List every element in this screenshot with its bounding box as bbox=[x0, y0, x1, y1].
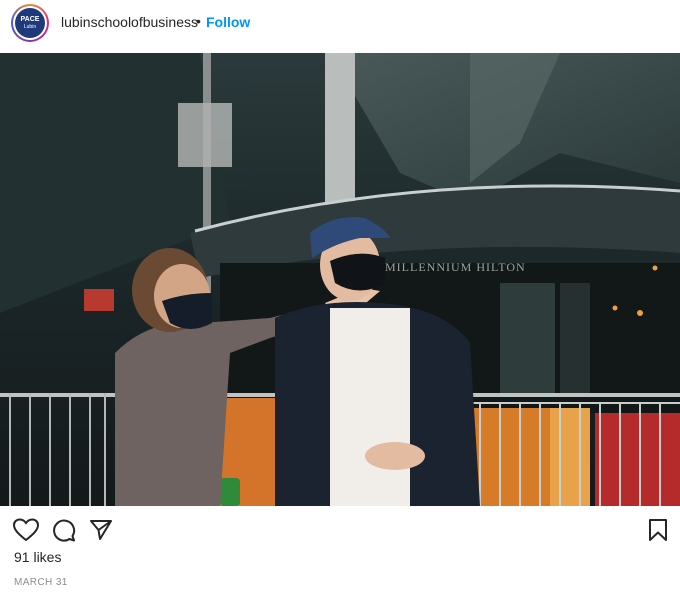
post-date[interactable]: MARCH 31 bbox=[14, 577, 68, 588]
hotel-sign-text: MILLENNIUM HILTON bbox=[385, 260, 526, 274]
comment-icon[interactable] bbox=[52, 518, 76, 547]
post-header: PACE Lubin lubinschoolofbusiness • Follo… bbox=[0, 0, 680, 52]
separator-dot: • bbox=[196, 13, 201, 29]
logo-line-1: PACE bbox=[20, 16, 40, 23]
post-photo[interactable]: MILLENNIUM HILTON bbox=[0, 53, 680, 506]
pace-lubin-logo: PACE Lubin bbox=[15, 8, 45, 38]
post-actions bbox=[0, 510, 680, 546]
heart-icon[interactable] bbox=[12, 518, 40, 547]
photo-scene: MILLENNIUM HILTON bbox=[0, 53, 680, 506]
follow-button[interactable]: Follow bbox=[206, 14, 250, 30]
username-link[interactable]: lubinschoolofbusiness bbox=[61, 14, 198, 30]
paper-plane-icon[interactable] bbox=[89, 518, 113, 547]
bookmark-icon[interactable] bbox=[648, 518, 668, 547]
profile-avatar[interactable]: PACE Lubin bbox=[11, 4, 49, 42]
likes-count[interactable]: 91 likes bbox=[14, 549, 61, 565]
logo-line-2: Lubin bbox=[23, 24, 37, 30]
avatar-inner-ring: PACE Lubin bbox=[13, 6, 47, 40]
